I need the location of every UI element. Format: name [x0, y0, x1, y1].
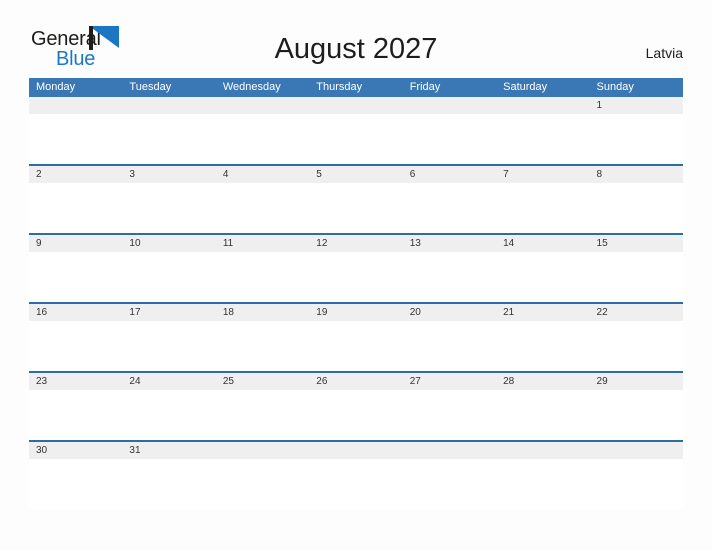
page-title: August 2027 — [274, 33, 438, 65]
month-calendar: Monday Tuesday Wednesday Thursday Friday… — [29, 78, 683, 509]
weekday-header-saturday: Saturday — [503, 81, 548, 93]
day-cell[interactable] — [29, 97, 122, 114]
day-cell[interactable]: 24 — [122, 373, 215, 390]
day-cell[interactable] — [403, 97, 496, 114]
week-event-area[interactable] — [29, 321, 683, 371]
week-event-area[interactable] — [29, 114, 683, 164]
day-cell[interactable] — [309, 97, 402, 114]
day-cell[interactable]: 1 — [590, 97, 683, 114]
week-row: 2 3 4 5 6 7 8 — [29, 164, 683, 233]
week-event-area[interactable] — [29, 183, 683, 233]
week-event-area[interactable] — [29, 390, 683, 440]
day-cell[interactable] — [216, 97, 309, 114]
weekday-header-thursday: Thursday — [316, 81, 363, 93]
day-cell[interactable]: 20 — [403, 304, 496, 321]
day-cell[interactable] — [122, 97, 215, 114]
weekday-header-wednesday: Wednesday — [222, 81, 281, 93]
weekday-header-friday: Friday — [409, 81, 441, 93]
day-cell[interactable]: 11 — [216, 235, 309, 252]
week-event-area[interactable] — [29, 459, 683, 509]
weekday-header-monday: Monday — [36, 81, 76, 93]
week-row: 16 17 18 19 20 21 22 — [29, 302, 683, 371]
day-cell[interactable]: 30 — [29, 442, 122, 459]
day-cell[interactable]: 3 — [122, 166, 215, 183]
day-cell[interactable]: 4 — [216, 166, 309, 183]
week-row: 9 10 11 12 13 14 15 — [29, 233, 683, 302]
day-cell[interactable] — [309, 442, 402, 459]
day-cell[interactable]: 31 — [122, 442, 215, 459]
day-cell[interactable]: 18 — [216, 304, 309, 321]
day-cell[interactable]: 29 — [590, 373, 683, 390]
day-cell[interactable]: 21 — [496, 304, 589, 321]
day-cell[interactable] — [216, 442, 309, 459]
week-date-band: 9 10 11 12 13 14 15 — [29, 235, 683, 252]
day-cell[interactable]: 15 — [590, 235, 683, 252]
day-cell[interactable]: 13 — [403, 235, 496, 252]
day-cell[interactable]: 2 — [29, 166, 122, 183]
masthead: General Blue August 2027 Latvia — [0, 0, 712, 78]
day-cell[interactable]: 22 — [590, 304, 683, 321]
week-row: 1 — [29, 97, 683, 164]
week-date-band: 2 3 4 5 6 7 8 — [29, 166, 683, 183]
day-cell[interactable]: 23 — [29, 373, 122, 390]
week-event-area[interactable] — [29, 252, 683, 302]
day-cell[interactable]: 7 — [496, 166, 589, 183]
day-cell[interactable]: 6 — [403, 166, 496, 183]
day-cell[interactable]: 16 — [29, 304, 122, 321]
day-cell[interactable] — [403, 442, 496, 459]
week-row: 23 24 25 26 27 28 29 — [29, 371, 683, 440]
day-cell[interactable]: 17 — [122, 304, 215, 321]
weekday-header-row: Monday Tuesday Wednesday Thursday Friday… — [29, 78, 683, 97]
day-cell[interactable]: 8 — [590, 166, 683, 183]
day-cell[interactable]: 14 — [496, 235, 589, 252]
weekday-header-tuesday: Tuesday — [129, 81, 172, 93]
week-date-band: 16 17 18 19 20 21 22 — [29, 304, 683, 321]
day-cell[interactable]: 10 — [122, 235, 215, 252]
day-cell[interactable]: 26 — [309, 373, 402, 390]
day-cell[interactable]: 12 — [309, 235, 402, 252]
week-row: 30 31 — [29, 440, 683, 509]
week-date-band: 23 24 25 26 27 28 29 — [29, 373, 683, 390]
day-cell[interactable]: 5 — [309, 166, 402, 183]
day-cell[interactable]: 28 — [496, 373, 589, 390]
day-cell[interactable]: 9 — [29, 235, 122, 252]
day-cell[interactable]: 27 — [403, 373, 496, 390]
week-date-band: 30 31 — [29, 442, 683, 459]
day-cell[interactable] — [496, 442, 589, 459]
day-cell[interactable]: 19 — [309, 304, 402, 321]
weekday-header-sunday: Sunday — [596, 81, 634, 93]
day-cell[interactable] — [590, 442, 683, 459]
calendar-page: General Blue August 2027 Latvia Monday T… — [0, 0, 712, 550]
country-label: Latvia — [645, 45, 683, 61]
day-cell[interactable] — [496, 97, 589, 114]
day-cell[interactable]: 25 — [216, 373, 309, 390]
week-date-band: 1 — [29, 97, 683, 114]
